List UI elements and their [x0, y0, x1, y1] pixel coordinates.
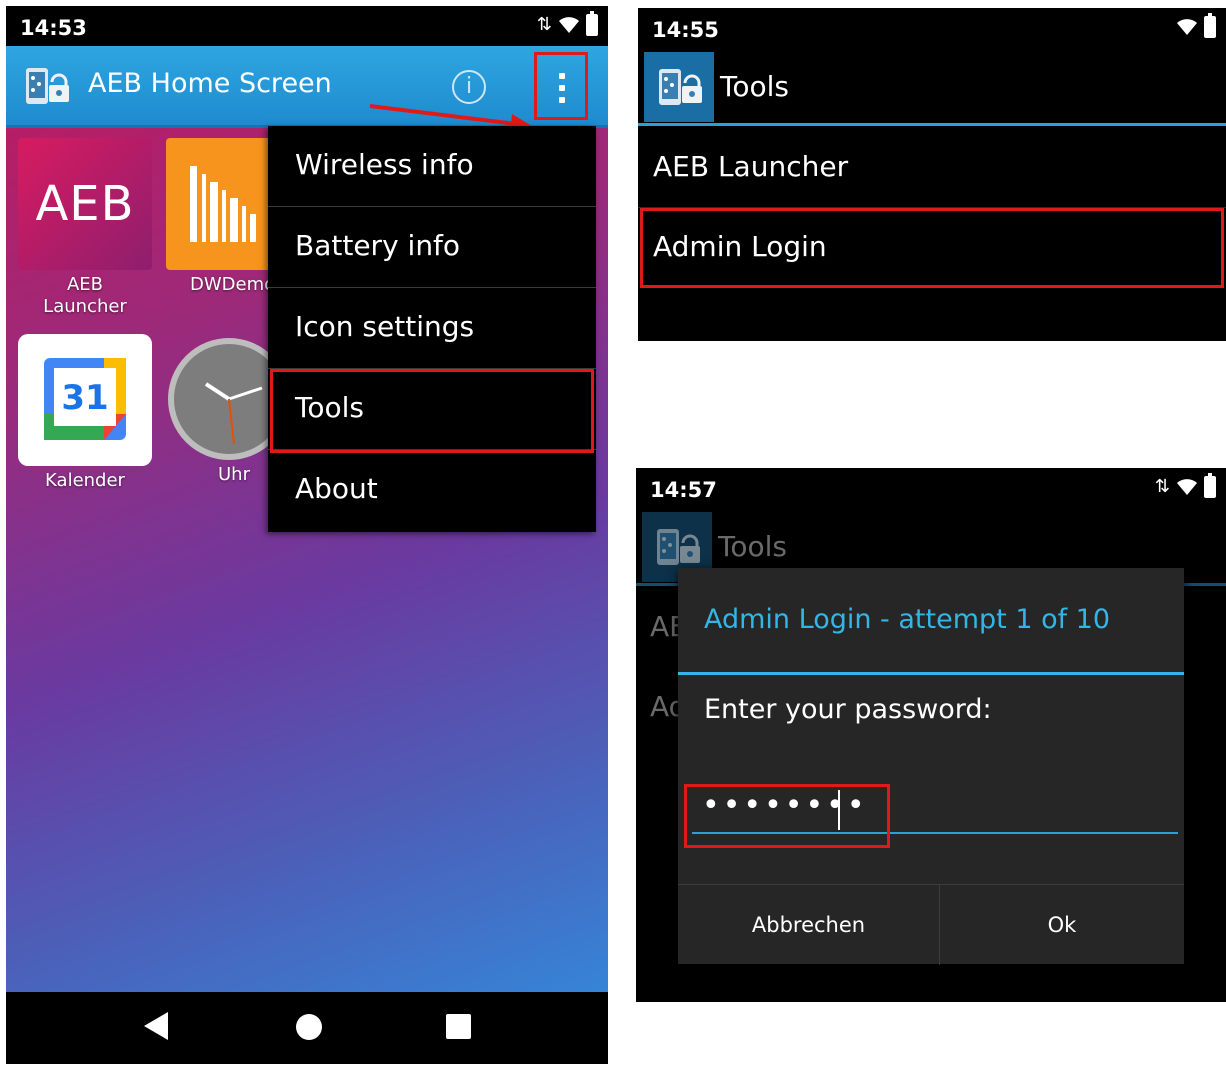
overflow-menu: Wireless info Battery info Icon settings… — [268, 126, 596, 532]
navigation-bar — [6, 992, 608, 1064]
data-transfer-icon: ⇅ — [536, 14, 552, 35]
status-time: 14:55 — [652, 18, 719, 42]
data-transfer-icon: ⇅ — [1154, 476, 1170, 497]
status-bar: 14:53 ⇅ — [6, 6, 608, 50]
aeb-app-logo-icon — [655, 63, 703, 111]
logo-box — [644, 52, 714, 122]
status-time: 14:57 — [650, 478, 717, 502]
battery-icon — [1204, 13, 1216, 38]
highlight-box — [270, 369, 594, 453]
admin-login-dialog: Admin Login - attempt 1 of 10 Enter your… — [678, 568, 1184, 965]
list-item-aeb-launcher[interactable]: AEB Launcher — [638, 128, 1226, 208]
back-icon[interactable] — [144, 1012, 168, 1040]
home-icon[interactable] — [296, 1014, 322, 1040]
battery-icon — [586, 11, 598, 36]
admin-login-screen: 14:57 ⇅ Tools AE Ad Admin Login - attemp… — [636, 468, 1226, 1002]
battery-icon — [1204, 473, 1216, 498]
overflow-menu-button[interactable] — [534, 52, 588, 120]
wifi-icon — [1177, 479, 1197, 495]
page-title: Tools — [718, 530, 787, 563]
dialog-title: Admin Login - attempt 1 of 10 — [704, 604, 1111, 635]
app-aeb-launcher[interactable]: AEB AEB Launcher — [18, 138, 152, 318]
menu-item-battery-info[interactable]: Battery info — [268, 207, 596, 288]
wifi-icon — [1177, 19, 1197, 35]
cancel-button[interactable]: Abbrechen — [678, 885, 940, 965]
wifi-icon — [559, 17, 579, 33]
highlight-box — [684, 784, 890, 848]
app-bar: AEB Home Screen i — [6, 46, 608, 134]
app-label: Kalender — [45, 470, 125, 491]
app-label: AEB Launcher — [43, 274, 127, 317]
password-prompt: Enter your password: — [704, 694, 992, 725]
info-glyph: i — [465, 74, 473, 99]
menu-item-about[interactable]: About — [268, 450, 596, 531]
ok-button[interactable]: Ok — [940, 885, 1184, 965]
app-title: AEB Home Screen — [88, 68, 332, 99]
aeb-launcher-icon: AEB — [18, 138, 152, 270]
status-bar: 14:55 — [638, 8, 1226, 52]
highlight-box — [640, 208, 1224, 288]
dialog-divider — [678, 672, 1184, 675]
calendar-icon: 31 — [18, 334, 152, 466]
dialog-buttons: Abbrechen Ok — [678, 884, 1184, 965]
aeb-app-logo-icon — [22, 62, 70, 110]
recent-apps-icon[interactable] — [446, 1014, 471, 1039]
aeb-app-logo-icon — [653, 523, 701, 571]
calendar-day: 31 — [61, 378, 109, 418]
app-kalender[interactable]: 31 Kalender — [18, 334, 152, 492]
status-time: 14:53 — [20, 16, 87, 40]
menu-item-wireless-info[interactable]: Wireless info — [268, 126, 596, 207]
page-title: Tools — [720, 70, 789, 103]
tools-screen: 14:55 Tools AEB Launcher Admin Login — [638, 8, 1226, 341]
status-bar: 14:57 ⇅ — [636, 468, 1226, 512]
tools-app-bar: Tools — [638, 48, 1226, 126]
home-screen: 14:53 ⇅ AEB Home Screen i AEB AEB Launch… — [6, 6, 608, 1064]
menu-item-icon-settings[interactable]: Icon settings — [268, 288, 596, 369]
